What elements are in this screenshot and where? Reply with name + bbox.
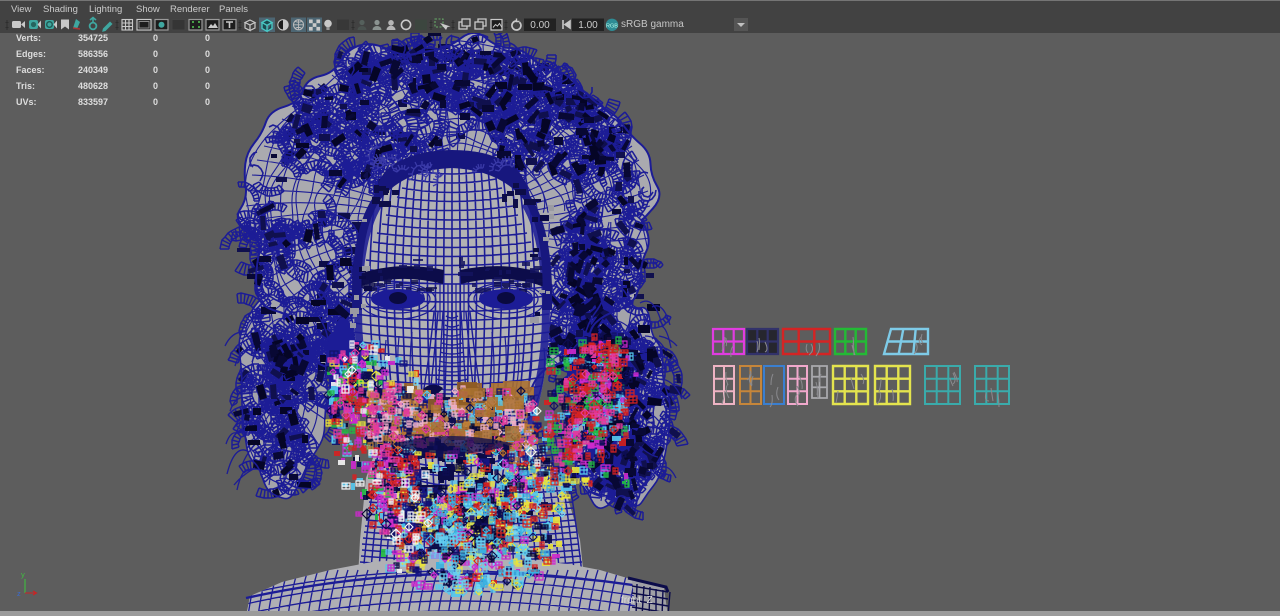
svg-text:1.00: 1.00 — [578, 20, 598, 31]
svg-text:RGB: RGB — [606, 23, 618, 29]
svg-text:y: y — [21, 570, 25, 579]
svg-text:0.00: 0.00 — [530, 20, 550, 31]
svg-text:z: z — [17, 589, 21, 598]
